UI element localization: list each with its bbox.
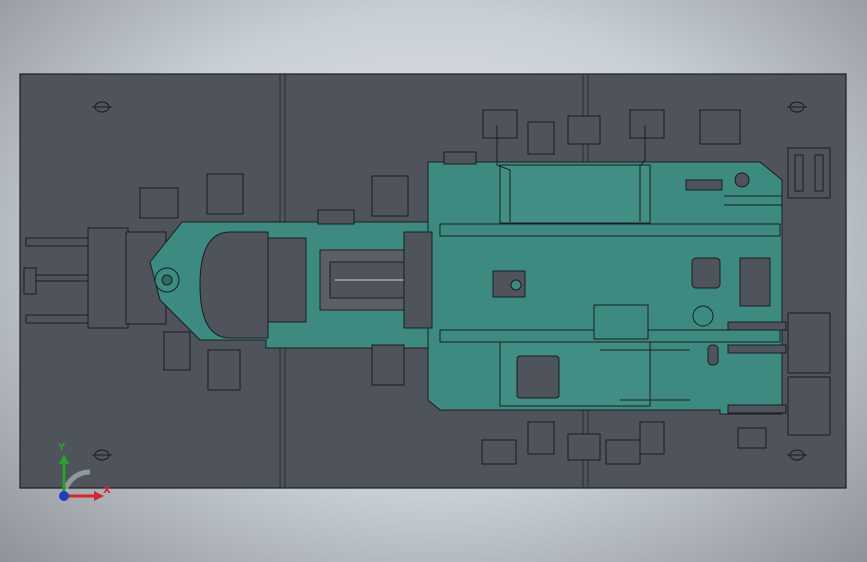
coordinate-triad: Y X (52, 442, 112, 508)
assembly-drawing[interactable] (0, 0, 867, 562)
y-axis-label: Y (58, 442, 66, 453)
x-axis-label: X (103, 485, 111, 496)
cad-viewport[interactable]: Y X (0, 0, 867, 562)
